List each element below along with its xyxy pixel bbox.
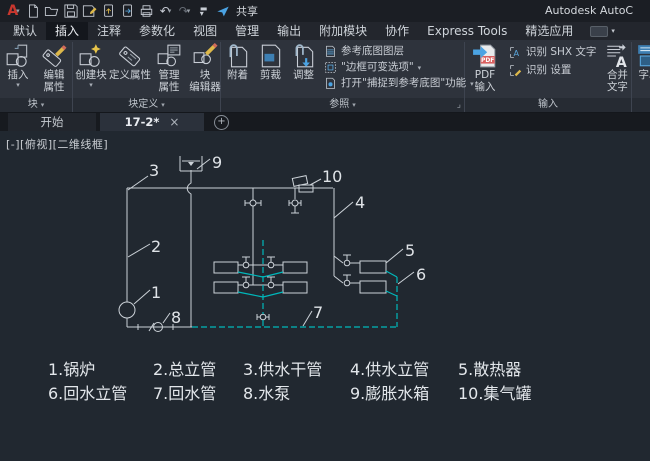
leader-10[interactable]	[309, 178, 322, 186]
callout-6[interactable]: 6	[416, 265, 426, 284]
radiator[interactable]	[213, 281, 239, 294]
radiator-return-connections-right[interactable]	[385, 270, 398, 297]
legend-return-pipe[interactable]: 7.回水管	[153, 385, 216, 402]
radiator-valve[interactable]	[343, 259, 351, 267]
callout-8[interactable]: 8	[171, 308, 181, 327]
boiler-symbol[interactable]	[118, 301, 136, 319]
callout-4[interactable]: 4	[355, 193, 365, 212]
leader-5[interactable]	[385, 248, 404, 264]
callout-leaders[interactable]	[127, 158, 415, 327]
radiator-valve[interactable]	[267, 281, 275, 289]
radiator-valve[interactable]	[242, 281, 250, 289]
return-piping[interactable]	[192, 240, 398, 328]
valve-circle[interactable]	[291, 199, 299, 207]
leader-2[interactable]	[127, 243, 151, 258]
callout-2[interactable]: 2	[151, 237, 161, 256]
legend-main-riser[interactable]: 2.总立管	[153, 361, 216, 378]
water-level-icon	[188, 162, 194, 166]
callout-10[interactable]: 10	[322, 167, 342, 186]
leader-4[interactable]	[333, 201, 354, 219]
radiator-valve[interactable]	[242, 261, 250, 269]
valve-circle[interactable]	[249, 199, 257, 207]
legend-pump[interactable]: 8.水泵	[243, 385, 290, 402]
leader-7[interactable]	[302, 310, 313, 327]
callout-5[interactable]: 5	[405, 241, 415, 260]
valve-circle[interactable]	[259, 313, 267, 321]
autocad-window: A ▾ ↶ ▾ ↷ ▾ ▬ ▾ 共享 Autodesk AutoC 默认 插入 注释 参…	[0, 0, 650, 461]
callout-9[interactable]: 9	[212, 153, 222, 172]
radiator[interactable]	[359, 280, 387, 294]
leader-6[interactable]	[397, 271, 415, 285]
callout-1[interactable]: 1	[151, 283, 161, 302]
radiator[interactable]	[359, 260, 387, 274]
legend-boiler[interactable]: 1.锅炉	[48, 361, 95, 378]
callout-7[interactable]: 7	[313, 303, 323, 322]
radiator-valve[interactable]	[267, 261, 275, 269]
radiator[interactable]	[213, 261, 239, 274]
legend-return-riser[interactable]: 6.回水立管	[48, 385, 127, 402]
legend-air-collector[interactable]: 10.集气罐	[458, 385, 531, 402]
legend-radiator[interactable]: 5.散热器	[458, 361, 521, 378]
legend-supply-riser[interactable]: 4.供水立管	[350, 361, 429, 378]
legend-expansion-tank[interactable]: 9.膨胀水箱	[350, 385, 429, 402]
radiator-valve[interactable]	[343, 279, 351, 287]
leader-1[interactable]	[133, 289, 151, 305]
legend-supply-main[interactable]: 3.供水干管	[243, 361, 322, 378]
radiator[interactable]	[282, 281, 308, 294]
pipe-expansion-tank[interactable]	[186, 170, 192, 327]
callout-3[interactable]: 3	[149, 161, 159, 180]
radiator[interactable]	[282, 261, 308, 274]
leader-8[interactable]	[162, 312, 171, 324]
